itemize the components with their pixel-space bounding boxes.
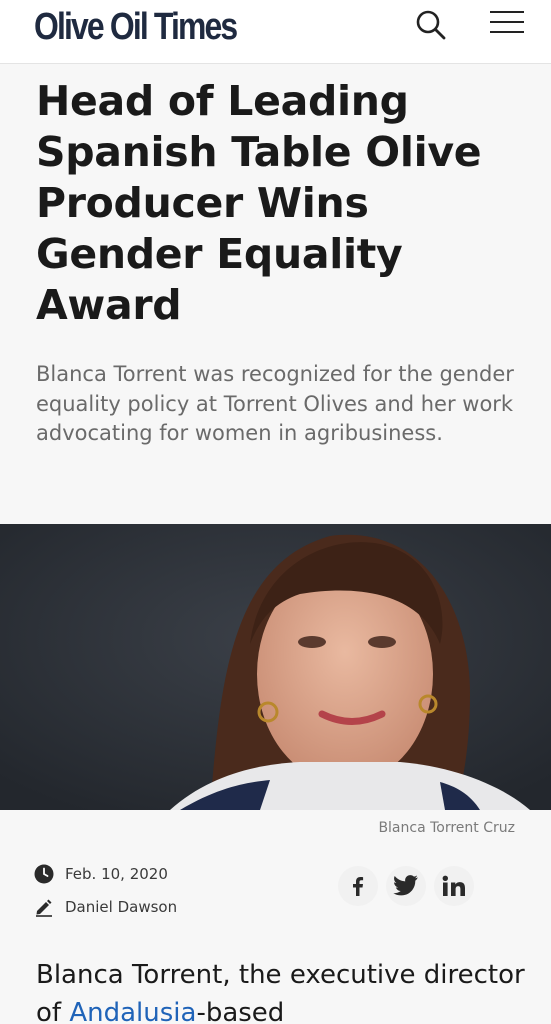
hamburger-menu-icon: [490, 31, 524, 33]
article-body-paragraph: Blanca Torrent, the executive director o…: [36, 956, 536, 1024]
andalusia-link[interactable]: Andalusia: [69, 998, 196, 1024]
pencil-icon: [36, 899, 52, 917]
hamburger-menu-icon: [490, 21, 524, 23]
search-button[interactable]: [414, 8, 448, 42]
site-logo[interactable]: Olive Oil Times: [34, 6, 238, 49]
portrait-image: [0, 524, 551, 810]
article-subhead: Blanca Torrent was recognized for the ge…: [36, 362, 514, 445]
menu-button[interactable]: [488, 8, 526, 36]
search-icon: [416, 10, 446, 40]
article-headline: Head of Leading Spanish Table Olive Prod…: [36, 77, 482, 329]
share-facebook-button[interactable]: [338, 866, 378, 906]
site-header: Olive Oil Times: [0, 0, 551, 64]
share-twitter-button[interactable]: [386, 866, 426, 906]
linkedin-icon: [442, 875, 465, 896]
body-text-continuation: -based: [196, 998, 285, 1024]
date-text: Feb. 10, 2020: [65, 865, 168, 883]
article-photo: [0, 524, 551, 810]
twitter-icon: [393, 875, 418, 896]
clock-icon: [34, 864, 54, 884]
article-author: Daniel Dawson: [34, 897, 177, 917]
image-caption: Blanca Torrent Cruz: [378, 820, 515, 836]
hamburger-menu-icon: [490, 11, 524, 13]
author-name[interactable]: Daniel Dawson: [65, 898, 177, 916]
share-linkedin-button[interactable]: [434, 866, 474, 906]
publish-date: Feb. 10, 2020: [34, 864, 168, 884]
facebook-icon: [353, 877, 364, 896]
